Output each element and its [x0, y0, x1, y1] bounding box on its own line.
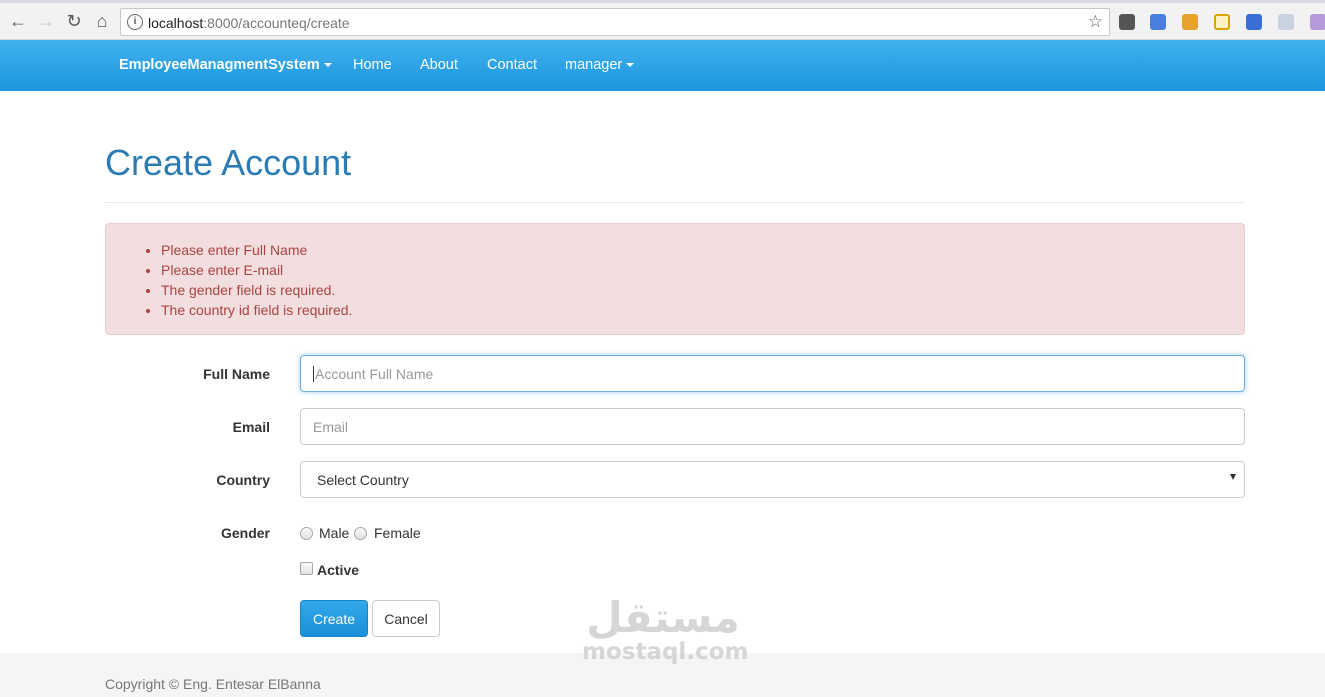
top-navbar: EmployeeManagmentSystem Home About Conta… [0, 40, 1325, 91]
extension-icon[interactable] [1246, 14, 1262, 30]
error-alert: Please enter Full Name Please enter E-ma… [105, 223, 1245, 335]
country-label: Country [216, 472, 270, 488]
page-title: Create Account [105, 142, 352, 183]
copyright-text: Copyright © Eng. Entesar ElBanna [105, 676, 321, 692]
caret-down-icon [626, 63, 635, 68]
text-cursor [313, 365, 314, 382]
divider [105, 202, 1245, 203]
gender-label: Gender [220, 525, 270, 541]
brand-dropdown[interactable]: EmployeeManagmentSystem [119, 57, 332, 73]
forward-icon[interactable]: → [34, 9, 58, 33]
country-select[interactable]: Select Country [300, 461, 1245, 498]
dropdown-arrow-icon [1230, 474, 1236, 480]
create-button[interactable]: Create [300, 600, 368, 637]
user-menu-dropdown[interactable]: manager [565, 57, 635, 73]
error-list: Please enter Full Name Please enter E-ma… [161, 240, 352, 320]
nav-about[interactable]: About [420, 57, 458, 73]
nav-home[interactable]: Home [353, 57, 392, 73]
email-label: Email [232, 419, 270, 435]
address-bar[interactable]: i localhost:8000/accounteq/create ☆ [120, 8, 1110, 36]
footer: Copyright © Eng. Entesar ElBanna [0, 653, 1325, 697]
site-info-icon[interactable]: i [127, 14, 143, 30]
error-item: Please enter E-mail [161, 260, 352, 280]
gender-male-label: Male [319, 525, 350, 541]
nav-contact[interactable]: Contact [487, 57, 537, 73]
active-label: Active [317, 562, 360, 578]
star-icon[interactable]: ☆ [1088, 12, 1103, 32]
extension-icon[interactable] [1214, 14, 1230, 30]
error-item: The country id field is required. [161, 300, 352, 320]
error-item: Please enter Full Name [161, 240, 352, 260]
active-checkbox[interactable] [300, 562, 313, 575]
reload-icon[interactable]: ↻ [62, 9, 86, 33]
full-name-input[interactable]: Account Full Name [300, 355, 1245, 392]
dropbox-icon[interactable] [1278, 14, 1294, 30]
home-icon[interactable]: ⌂ [90, 9, 114, 33]
back-icon[interactable]: ← [6, 9, 30, 33]
error-item: The gender field is required. [161, 280, 352, 300]
cancel-button[interactable]: Cancel [372, 600, 440, 637]
browser-toolbar: ← → ↻ ⌂ i localhost:8000/accounteq/creat… [0, 3, 1325, 40]
url-text: localhost:8000/accounteq/create [148, 15, 350, 31]
email-input[interactable]: Email [300, 408, 1245, 445]
gender-male-radio[interactable] [300, 527, 313, 540]
full-name-label: Full Name [203, 366, 270, 382]
extension-icon[interactable] [1182, 14, 1198, 30]
feather-icon[interactable] [1310, 14, 1325, 30]
caret-down-icon [323, 63, 332, 68]
extension-icon[interactable] [1119, 14, 1135, 30]
translate-extension-icon[interactable] [1150, 14, 1166, 30]
gender-female-label: Female [374, 525, 421, 541]
gender-female-radio[interactable] [354, 527, 367, 540]
